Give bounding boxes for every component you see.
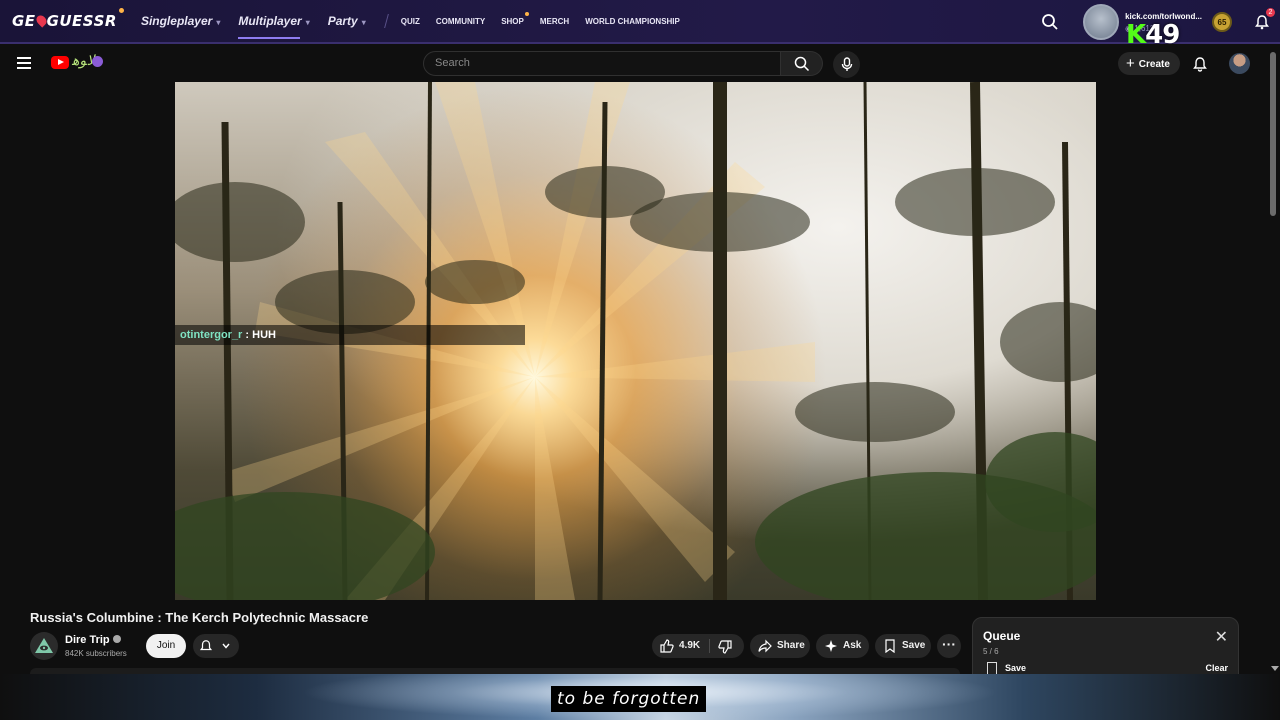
nav-singleplayer[interactable]: Singleplayer ▾ [141,14,220,28]
nav-shop-label: SHOP [501,16,524,26]
geoguessr-header: GE GUESSR Singleplayer ▾ Multiplayer ▾ Part… [0,0,1280,44]
microphone-icon [841,57,853,71]
thumbs-up-icon[interactable] [660,639,674,653]
queue-save-button[interactable]: Save [1005,663,1026,673]
save-button[interactable]: Save [875,634,931,658]
youtube-logo-icon[interactable] [51,56,69,69]
scroll-down-arrow-icon[interactable] [1271,666,1279,671]
like-divider [709,639,710,653]
stream-chat-message: otintergor_r : HUH [175,325,525,345]
chevron-down-icon: ▾ [361,18,366,27]
geoguessr-logo[interactable]: GE GUESSR [12,8,124,30]
bell-icon[interactable] [1192,56,1208,72]
nav-merch[interactable]: MERCH [540,17,569,26]
nav-party[interactable]: Party ▾ [328,14,366,28]
video-player[interactable]: otintergor_r : HUH [175,82,1096,600]
bookmark-icon [885,639,895,653]
bookmark-icon [987,662,997,674]
ask-label: Ask [843,640,862,651]
eye-triangle-icon [35,638,53,653]
nav-singleplayer-label: Singleplayer [140,14,213,28]
ask-button[interactable]: Ask [816,634,869,658]
like-count[interactable]: 4.9K [679,634,700,658]
chevron-down-icon [222,643,230,649]
create-button[interactable]: + Create [1118,52,1180,75]
nav-party-label: Party [327,14,358,28]
page-scrollbar[interactable] [1270,52,1276,216]
more-actions-button[interactable]: ··· [937,634,961,658]
level-badge: 65 [1212,12,1232,32]
search-icon [794,56,810,72]
hamburger-menu-icon[interactable] [17,57,31,69]
nav-multiplayer-label: Multiplayer [238,14,302,28]
voice-search-button[interactable] [833,51,860,78]
share-icon [758,639,772,653]
queue-title: Queue [983,629,1021,643]
queue-count: 5 / 6 [983,647,999,656]
notification-count: 2 [1266,8,1275,17]
youtube-header: ﻻﻮﻫ Search + Create [0,44,1280,82]
chevron-down-icon: ▾ [305,18,310,27]
search-icon[interactable] [1041,13,1059,31]
youtube-doodle-logo[interactable]: ﻻﻮﻫ [72,52,103,69]
notifications-button[interactable]: 2 [1254,8,1275,30]
close-icon[interactable]: ✕ [1215,627,1228,647]
sparkle-icon [825,640,837,652]
share-button[interactable]: Share [750,634,810,658]
notification-dot [524,11,529,16]
account-avatar[interactable] [1229,53,1250,74]
chat-username: otintergor_r [180,329,243,341]
channel-name[interactable]: Dire Trip [65,634,121,646]
bell-icon [199,640,213,651]
notification-dot [118,8,124,13]
geoguessr-nav: Singleplayer ▾ Multiplayer ▾ Party ▾ QUIZ C… [141,11,696,39]
nav-shop[interactable]: SHOP [501,11,529,26]
thumbs-down-icon[interactable] [718,640,732,654]
nav-multiplayer[interactable]: Multiplayer ▾ [238,14,310,39]
share-label: Share [777,640,805,651]
search-input[interactable]: Search [423,51,781,76]
verified-icon [112,635,121,643]
nav-world-championship[interactable]: WORLD CHAMPIONSHIP [585,17,680,26]
plus-icon: + [1126,55,1135,72]
video-title: Russia's Columbine : The Kerch Polytechn… [30,610,369,625]
create-label: Create [1138,59,1170,70]
queue-clear-button[interactable]: Clear [1205,663,1228,673]
channel-name-label: Dire Trip [65,634,110,646]
nav-divider [383,14,389,28]
like-dislike-group: 4.9K [652,634,744,658]
save-label: Save [902,640,926,651]
join-button[interactable]: Join [146,634,186,658]
subscription-notifications-button[interactable] [193,634,239,658]
chevron-down-icon: ▾ [216,18,221,27]
subscriber-count: 842K subscribers [65,649,127,658]
search-button[interactable] [781,51,823,76]
chat-text: : HUH [242,329,276,341]
nav-quiz[interactable]: QUIZ [401,17,420,26]
avatar[interactable] [1083,4,1120,40]
caption-text: to be forgotten [551,686,707,712]
nav-community[interactable]: COMMUNITY [436,17,485,26]
channel-avatar[interactable] [30,632,58,660]
